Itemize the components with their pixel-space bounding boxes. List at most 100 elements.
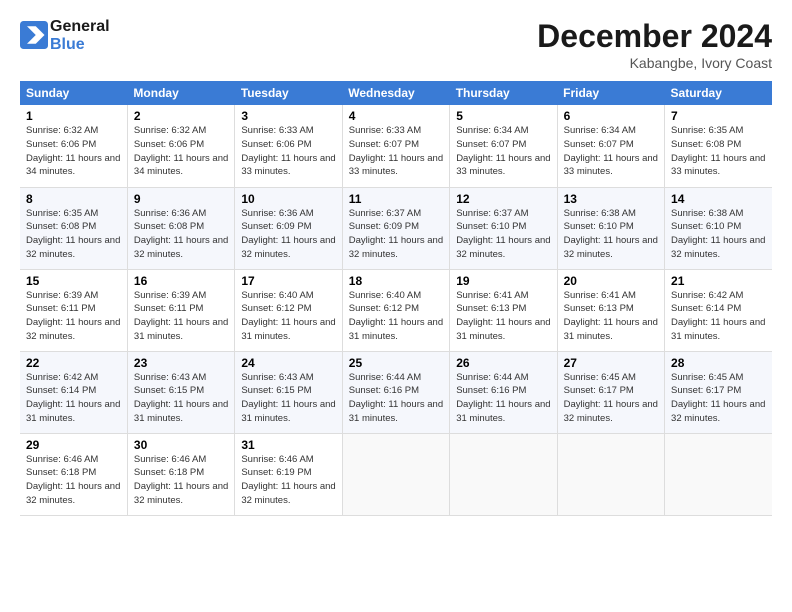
day-info: Sunrise: 6:43 AMSunset: 6:15 PMDaylight:… bbox=[241, 372, 335, 424]
calendar-cell: 1 Sunrise: 6:32 AMSunset: 6:06 PMDaylight… bbox=[20, 105, 127, 187]
header-monday: Monday bbox=[127, 81, 234, 105]
calendar-cell: 11Sunrise: 6:37 AMSunset: 6:09 PMDayligh… bbox=[342, 187, 449, 269]
calendar-cell: 5 Sunrise: 6:34 AMSunset: 6:07 PMDaylight… bbox=[450, 105, 557, 187]
calendar-cell: 9 Sunrise: 6:36 AMSunset: 6:08 PMDaylight… bbox=[127, 187, 234, 269]
day-number: 8 bbox=[26, 192, 121, 206]
day-info: Sunrise: 6:38 AMSunset: 6:10 PMDaylight:… bbox=[671, 208, 765, 260]
day-number: 24 bbox=[241, 356, 335, 370]
calendar-cell: 27 Sunrise: 6:45 AMSunset: 6:17 PMDayligh… bbox=[557, 351, 664, 433]
calendar-cell: 31 Sunrise: 6:46 AMSunset: 6:19 PMDayligh… bbox=[235, 433, 342, 515]
day-info: Sunrise: 6:32 AMSunset: 6:06 PMDaylight:… bbox=[26, 125, 120, 177]
calendar-cell: 18Sunrise: 6:40 AMSunset: 6:12 PMDayligh… bbox=[342, 269, 449, 351]
day-number: 6 bbox=[564, 109, 658, 123]
day-number: 5 bbox=[456, 109, 550, 123]
day-info: Sunrise: 6:46 AMSunset: 6:18 PMDaylight:… bbox=[134, 454, 228, 506]
calendar-row: 29 Sunrise: 6:46 AMSunset: 6:18 PMDayligh… bbox=[20, 433, 772, 515]
calendar-cell: 22 Sunrise: 6:42 AMSunset: 6:14 PMDayligh… bbox=[20, 351, 127, 433]
month-title: December 2024 bbox=[537, 18, 772, 55]
day-number: 9 bbox=[134, 192, 228, 206]
calendar-cell bbox=[450, 433, 557, 515]
day-number: 22 bbox=[26, 356, 121, 370]
day-info: Sunrise: 6:39 AMSunset: 6:11 PMDaylight:… bbox=[134, 290, 228, 342]
calendar-cell: 12 Sunrise: 6:37 AMSunset: 6:10 PMDayligh… bbox=[450, 187, 557, 269]
calendar-cell: 2 Sunrise: 6:32 AMSunset: 6:06 PMDaylight… bbox=[127, 105, 234, 187]
calendar-row: 1 Sunrise: 6:32 AMSunset: 6:06 PMDaylight… bbox=[20, 105, 772, 187]
day-number: 29 bbox=[26, 438, 121, 452]
page-header: GeneralBlue December 2024 Kabangbe, Ivor… bbox=[20, 18, 772, 71]
day-info: Sunrise: 6:33 AMSunset: 6:07 PMDaylight:… bbox=[349, 125, 443, 177]
day-info: Sunrise: 6:40 AMSunset: 6:12 PMDaylight:… bbox=[241, 290, 335, 342]
day-info: Sunrise: 6:42 AMSunset: 6:14 PMDaylight:… bbox=[26, 372, 120, 424]
day-number: 1 bbox=[26, 109, 121, 123]
day-info: Sunrise: 6:32 AMSunset: 6:06 PMDaylight:… bbox=[134, 125, 228, 177]
header-wednesday: Wednesday bbox=[342, 81, 449, 105]
day-number: 11 bbox=[349, 192, 443, 206]
calendar-cell: 16 Sunrise: 6:39 AMSunset: 6:11 PMDayligh… bbox=[127, 269, 234, 351]
calendar-table: Sunday Monday Tuesday Wednesday Thursday… bbox=[20, 81, 772, 516]
day-info: Sunrise: 6:36 AMSunset: 6:08 PMDaylight:… bbox=[134, 208, 228, 260]
header-tuesday: Tuesday bbox=[235, 81, 342, 105]
calendar-cell: 17 Sunrise: 6:40 AMSunset: 6:12 PMDayligh… bbox=[235, 269, 342, 351]
day-info: Sunrise: 6:46 AMSunset: 6:19 PMDaylight:… bbox=[241, 454, 335, 506]
day-number: 12 bbox=[456, 192, 550, 206]
day-info: Sunrise: 6:35 AMSunset: 6:08 PMDaylight:… bbox=[26, 208, 120, 260]
header-friday: Friday bbox=[557, 81, 664, 105]
calendar-cell: 19Sunrise: 6:41 AMSunset: 6:13 PMDayligh… bbox=[450, 269, 557, 351]
calendar-cell: 30 Sunrise: 6:46 AMSunset: 6:18 PMDayligh… bbox=[127, 433, 234, 515]
day-number: 20 bbox=[564, 274, 658, 288]
day-number: 23 bbox=[134, 356, 228, 370]
title-block: December 2024 Kabangbe, Ivory Coast bbox=[537, 18, 772, 71]
day-number: 17 bbox=[241, 274, 335, 288]
calendar-cell: 6 Sunrise: 6:34 AMSunset: 6:07 PMDaylight… bbox=[557, 105, 664, 187]
day-info: Sunrise: 6:43 AMSunset: 6:15 PMDaylight:… bbox=[134, 372, 228, 424]
day-info: Sunrise: 6:34 AMSunset: 6:07 PMDaylight:… bbox=[564, 125, 658, 177]
day-number: 10 bbox=[241, 192, 335, 206]
calendar-cell: 10 Sunrise: 6:36 AMSunset: 6:09 PMDayligh… bbox=[235, 187, 342, 269]
location-subtitle: Kabangbe, Ivory Coast bbox=[537, 55, 772, 71]
day-number: 21 bbox=[671, 274, 766, 288]
calendar-cell: 4Sunrise: 6:33 AMSunset: 6:07 PMDaylight… bbox=[342, 105, 449, 187]
day-number: 27 bbox=[564, 356, 658, 370]
calendar-cell: 13 Sunrise: 6:38 AMSunset: 6:10 PMDayligh… bbox=[557, 187, 664, 269]
calendar-cell: 21Sunrise: 6:42 AMSunset: 6:14 PMDayligh… bbox=[665, 269, 772, 351]
day-info: Sunrise: 6:36 AMSunset: 6:09 PMDaylight:… bbox=[241, 208, 335, 260]
day-info: Sunrise: 6:33 AMSunset: 6:06 PMDaylight:… bbox=[241, 125, 335, 177]
calendar-cell: 8 Sunrise: 6:35 AMSunset: 6:08 PMDaylight… bbox=[20, 187, 127, 269]
day-number: 7 bbox=[671, 109, 766, 123]
calendar-header-row: Sunday Monday Tuesday Wednesday Thursday… bbox=[20, 81, 772, 105]
calendar-cell bbox=[557, 433, 664, 515]
logo-icon bbox=[20, 21, 48, 49]
calendar-cell: 24 Sunrise: 6:43 AMSunset: 6:15 PMDayligh… bbox=[235, 351, 342, 433]
day-number: 26 bbox=[456, 356, 550, 370]
day-number: 3 bbox=[241, 109, 335, 123]
calendar-cell bbox=[342, 433, 449, 515]
day-number: 28 bbox=[671, 356, 766, 370]
calendar-cell: 7 Sunrise: 6:35 AMSunset: 6:08 PMDaylight… bbox=[665, 105, 772, 187]
calendar-cell: 26Sunrise: 6:44 AMSunset: 6:16 PMDayligh… bbox=[450, 351, 557, 433]
calendar-cell: 3 Sunrise: 6:33 AMSunset: 6:06 PMDaylight… bbox=[235, 105, 342, 187]
day-number: 16 bbox=[134, 274, 228, 288]
calendar-cell: 29 Sunrise: 6:46 AMSunset: 6:18 PMDayligh… bbox=[20, 433, 127, 515]
day-info: Sunrise: 6:45 AMSunset: 6:17 PMDaylight:… bbox=[564, 372, 658, 424]
day-info: Sunrise: 6:41 AMSunset: 6:13 PMDaylight:… bbox=[564, 290, 658, 342]
day-number: 18 bbox=[349, 274, 443, 288]
day-number: 25 bbox=[349, 356, 443, 370]
day-info: Sunrise: 6:34 AMSunset: 6:07 PMDaylight:… bbox=[456, 125, 550, 177]
day-info: Sunrise: 6:46 AMSunset: 6:18 PMDaylight:… bbox=[26, 454, 120, 506]
calendar-row: 15Sunrise: 6:39 AMSunset: 6:11 PMDayligh… bbox=[20, 269, 772, 351]
header-thursday: Thursday bbox=[450, 81, 557, 105]
day-info: Sunrise: 6:38 AMSunset: 6:10 PMDaylight:… bbox=[564, 208, 658, 260]
logo-name: GeneralBlue bbox=[50, 18, 110, 53]
day-number: 31 bbox=[241, 438, 335, 452]
day-number: 13 bbox=[564, 192, 658, 206]
day-info: Sunrise: 6:35 AMSunset: 6:08 PMDaylight:… bbox=[671, 125, 765, 177]
day-number: 30 bbox=[134, 438, 228, 452]
calendar-cell: 15Sunrise: 6:39 AMSunset: 6:11 PMDayligh… bbox=[20, 269, 127, 351]
header-saturday: Saturday bbox=[665, 81, 772, 105]
day-info: Sunrise: 6:41 AMSunset: 6:13 PMDaylight:… bbox=[456, 290, 550, 342]
day-info: Sunrise: 6:45 AMSunset: 6:17 PMDaylight:… bbox=[671, 372, 765, 424]
day-number: 2 bbox=[134, 109, 228, 123]
calendar-cell: 20 Sunrise: 6:41 AMSunset: 6:13 PMDayligh… bbox=[557, 269, 664, 351]
day-info: Sunrise: 6:44 AMSunset: 6:16 PMDaylight:… bbox=[349, 372, 443, 424]
day-info: Sunrise: 6:37 AMSunset: 6:10 PMDaylight:… bbox=[456, 208, 550, 260]
